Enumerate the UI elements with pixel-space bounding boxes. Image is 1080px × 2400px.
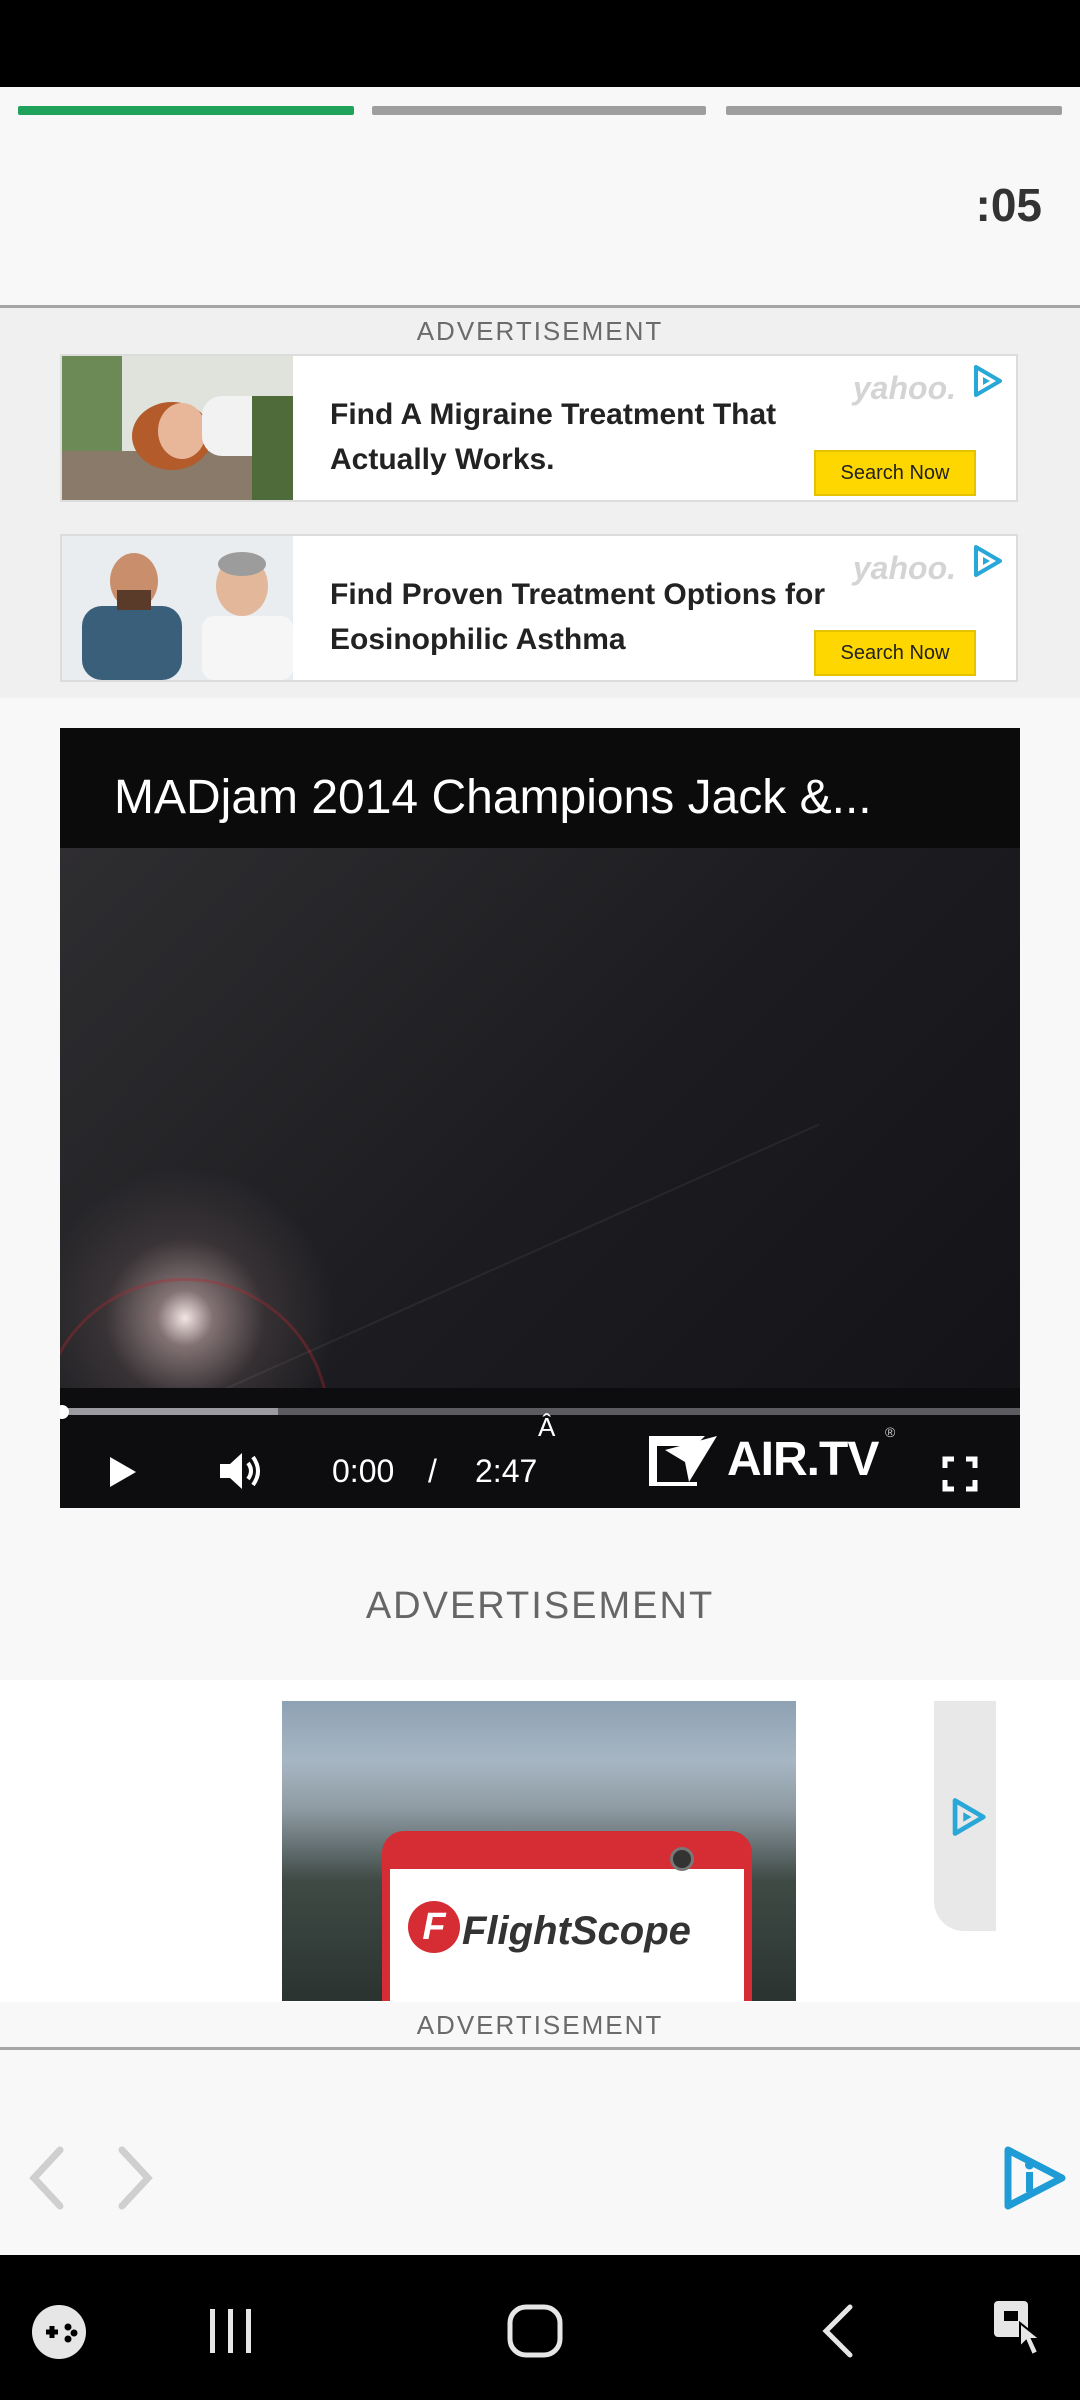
- seek-buffer: [60, 1408, 278, 1415]
- stray-character: Â: [538, 1412, 556, 1442]
- flightscope-ad-image[interactable]: F FlightScope: [282, 1701, 796, 2001]
- video-title: MADjam 2014 Champions Jack &...: [114, 771, 872, 824]
- ad-card-asthma[interactable]: Find Proven Treatment Options for Eosino…: [60, 534, 1018, 682]
- current-time: 0:00: [332, 1453, 395, 1489]
- ad-headline: Find A Migraine Treatment That Actually …: [330, 398, 777, 476]
- ad-provider: yahoo.: [852, 550, 956, 586]
- brand-logo-icon[interactable]: [1002, 2146, 1068, 2210]
- ad-choices-icon[interactable]: [970, 544, 1004, 578]
- video-duration: 2:47: [475, 1453, 538, 1489]
- volume-icon[interactable]: [218, 1450, 264, 1492]
- game-launcher-icon[interactable]: [30, 2303, 88, 2361]
- ad-card-migraine[interactable]: Find A Migraine Treatment That Actually …: [60, 354, 1018, 502]
- ad-headline: Find Proven Treatment Options for Eosino…: [330, 578, 826, 656]
- status-bar: [0, 0, 1080, 87]
- ad-thumbnail-image: [62, 536, 293, 680]
- ad-choices-icon[interactable]: [970, 364, 1004, 398]
- advertisement-label: ADVERTISEMENT: [416, 2010, 664, 2040]
- registered-mark: ®: [885, 1424, 896, 1440]
- story-progress-segment: [372, 106, 706, 115]
- time-separator: /: [428, 1453, 437, 1489]
- device-lens: [670, 1847, 694, 1871]
- ad-thumbnail-image: [62, 356, 293, 500]
- home-icon[interactable]: [506, 2303, 564, 2359]
- airtv-logo-text: AIR.TV: [727, 1433, 879, 1486]
- airtv-logo-icon: [649, 1436, 717, 1486]
- video-title-bar: MADjam 2014 Champions Jack &...: [60, 728, 1020, 848]
- accessibility-icon[interactable]: [990, 2297, 1050, 2361]
- story-progress-segment-active: [18, 106, 354, 115]
- chevron-left-icon[interactable]: [26, 2146, 66, 2210]
- flightscope-logo-icon: F: [408, 1901, 460, 1953]
- flightscope-brand: FlightScope: [462, 1909, 691, 1953]
- ad-choices-icon[interactable]: [948, 1797, 988, 1837]
- story-progress-segment: [726, 106, 1062, 115]
- fullscreen-icon[interactable]: [942, 1456, 978, 1492]
- device-top: [382, 1831, 752, 1869]
- system-navigation-bar: [0, 2255, 1080, 2400]
- launch-monitor-device: F FlightScope: [382, 1831, 752, 2001]
- recent-apps-icon[interactable]: [204, 2305, 258, 2357]
- chevron-right-icon[interactable]: [116, 2146, 156, 2210]
- search-now-button[interactable]: Search Now: [814, 630, 976, 676]
- back-icon[interactable]: [818, 2303, 858, 2359]
- footer-bar: [0, 2050, 1080, 2255]
- advertisement-label: ADVERTISEMENT: [365, 1585, 715, 1627]
- ad-side-panel[interactable]: [934, 1701, 996, 1931]
- ad-provider: yahoo.: [852, 370, 956, 406]
- countdown-timer: :05: [975, 179, 1042, 231]
- video-frame[interactable]: [60, 848, 1020, 1508]
- advertisement-label: ADVERTISEMENT: [416, 316, 664, 346]
- play-icon[interactable]: [106, 1454, 140, 1490]
- video-player[interactable]: MADjam 2014 Champions Jack &... 0:00 / 2…: [60, 728, 1020, 1508]
- lens-streak: [179, 1123, 820, 1410]
- search-now-button[interactable]: Search Now: [814, 450, 976, 496]
